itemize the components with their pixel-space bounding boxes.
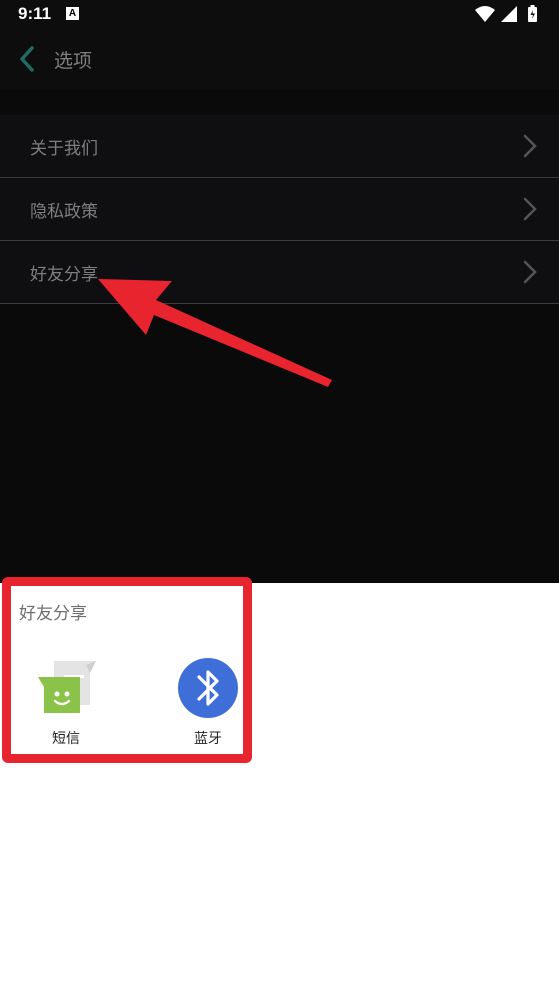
menu-item-label: 关于我们 — [30, 139, 98, 159]
menu-item-label: 隐私政策 — [30, 202, 98, 222]
status-time: 9:11 — [18, 4, 52, 23]
settings-menu: 关于我们 隐私政策 好友分享 — [0, 115, 559, 304]
chevron-right-icon — [523, 134, 537, 158]
menu-item-share-with-friends[interactable]: 好友分享 — [0, 241, 559, 304]
status-bar: 9:11 A — [0, 0, 559, 29]
wifi-icon — [475, 6, 495, 22]
app-bar: 选项 — [0, 29, 559, 89]
highlight-annotation-box — [2, 577, 252, 763]
menu-item-privacy-policy[interactable]: 隐私政策 — [0, 178, 559, 241]
page-title: 选项 — [54, 50, 93, 72]
menu-item-about-us[interactable]: 关于我们 — [0, 115, 559, 178]
battery-icon — [528, 5, 537, 22]
back-arrow-icon[interactable] — [16, 45, 40, 73]
chevron-right-icon — [523, 260, 537, 284]
signal-icon — [501, 6, 517, 22]
status-icons — [475, 5, 537, 22]
notification-a-icon: A — [66, 7, 79, 20]
menu-item-label: 好友分享 — [30, 265, 98, 285]
chevron-right-icon — [523, 197, 537, 221]
